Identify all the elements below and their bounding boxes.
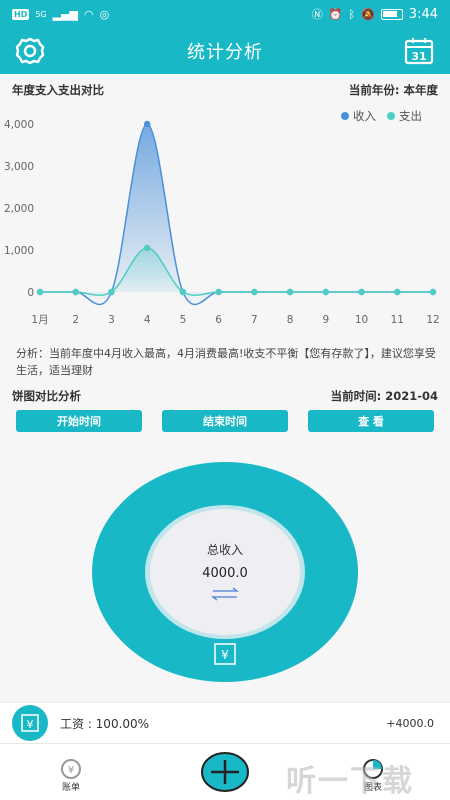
view-button[interactable]: 查 看 [308, 410, 434, 432]
series-point-1 [358, 288, 365, 296]
y-tick-label: 4,000 [4, 119, 34, 131]
end-time-button[interactable]: 结束时间 [162, 410, 288, 432]
ledger-icon: ¥ [61, 759, 81, 779]
income-item-label: 工资 : 100.00% [60, 716, 150, 731]
sync-icon: ◎ [99, 7, 110, 21]
legend-label-1: 支出 [399, 109, 422, 123]
salary-yen-icon: ¥ [12, 705, 48, 741]
svg-text:¥: ¥ [27, 718, 34, 731]
x-tick-label: 1月 [31, 314, 48, 326]
y-tick-label: 2,000 [4, 203, 34, 215]
donut-center-label: 总收入 [207, 543, 243, 557]
nav-ledger[interactable]: ¥ 账单 [58, 758, 84, 793]
y-tick-label: 3,000 [4, 161, 34, 173]
x-tick-label: 6 [215, 314, 222, 326]
status-bar: HD 5G ▂▄▆ ◠ ◎ Ⓝ ⏰ ᛒ 🔕 3:44 [0, 0, 450, 28]
series-line-1 [39, 247, 433, 296]
calendar-icon[interactable]: 31 [404, 37, 434, 65]
series-point-1 [429, 288, 437, 296]
signal-icon: ▂▄▆ [52, 7, 79, 21]
network-type: 5G [35, 9, 47, 19]
wifi-icon: ◠ [84, 7, 94, 21]
settings-gear-icon[interactable] [14, 36, 46, 66]
annual-line-chart: 0 1,000 2,000 3,000 4,000 1月 2 3 4 5 6 7 8 9 10 11 12 收入 支… [0, 100, 450, 335]
x-tick-label: 9 [322, 314, 329, 326]
svg-text:¥: ¥ [68, 765, 74, 776]
hd-badge: HD [12, 8, 30, 20]
annual-title: 年度支入支出对比 [12, 83, 104, 97]
annual-header: 年度支入支出对比 当前年份: 本年度 [12, 82, 438, 98]
series-point-1 [251, 288, 258, 296]
donut-center-value: 4000.0 [202, 566, 248, 581]
series-point-1 [215, 288, 222, 296]
analysis-text: 分析：当前年度中4月收入最高，4月消费最高!收支不平衡【您有存款了】，建议您享受… [16, 347, 436, 377]
series-point-1 [286, 288, 294, 296]
series-point-1 [143, 244, 151, 252]
series-point-1 [108, 288, 115, 296]
series-point-0 [143, 120, 151, 128]
date-button-row: 开始时间 结束时间 查 看 [16, 410, 434, 432]
status-left: HD 5G ▂▄▆ ◠ ◎ [12, 8, 109, 21]
svg-text:¥: ¥ [221, 648, 229, 662]
calendar-day: 31 [411, 50, 426, 63]
donut-chart: 总收入 4000.0 ¥ [92, 462, 358, 682]
nfc-icon: Ⓝ [311, 8, 323, 21]
series-area-1 [40, 247, 433, 296]
page-title: 统计分析 [187, 42, 263, 63]
x-tick-label: 2 [72, 314, 79, 326]
bluetooth-icon: ᛒ [348, 7, 356, 21]
x-tick-label: 7 [251, 314, 258, 326]
x-tick-label: 3 [108, 314, 115, 326]
pie-title: 饼图对比分析 [12, 389, 81, 403]
legend-marker-0 [341, 112, 349, 120]
x-tick-label: 4 [144, 314, 151, 326]
legend-label-0: 收入 [353, 109, 376, 123]
income-item-amount: +4000.0 [386, 716, 434, 730]
battery-icon [380, 8, 403, 20]
x-tick-label: 12 [426, 314, 439, 326]
watermark-text: 听一下载 [286, 764, 414, 799]
donut-svg: 总收入 4000.0 ¥ [92, 462, 358, 682]
y-tick-label: 0 [27, 287, 34, 299]
line-chart-svg: 0 1,000 2,000 3,000 4,000 1月 2 3 4 5 6 7 8 9 10 11 12 收入 支… [4, 109, 440, 326]
series-point-1 [179, 288, 187, 296]
series-area-0 [40, 124, 433, 305]
mute-icon: 🔕 [361, 7, 375, 21]
alarm-icon: ⏰ [328, 7, 343, 21]
series-point-1 [394, 288, 401, 296]
nav-ledger-label: 账单 [61, 783, 80, 793]
pie-header: 饼图对比分析 当前时间: 2021-04 [12, 388, 438, 404]
current-time-label: 当前时间: 2021-04 [330, 389, 438, 403]
series-line-0 [39, 123, 433, 306]
start-time-button[interactable]: 开始时间 [16, 410, 142, 432]
series-point-1 [36, 288, 44, 296]
add-record-button[interactable] [201, 752, 249, 792]
income-list-item[interactable]: ¥ 工资 : 100.00% +4000.0 [0, 702, 450, 744]
x-tick-label: 8 [287, 314, 294, 326]
x-tick-label: 10 [355, 314, 368, 326]
app-bar: 统计分析 31 [0, 28, 450, 74]
series-point-1 [322, 288, 330, 296]
series-point-1 [72, 288, 79, 296]
x-tick-label: 5 [180, 314, 187, 326]
x-tick-label: 11 [391, 314, 404, 326]
year-label: 当前年份: 本年度 [348, 83, 438, 97]
status-time: 3:44 [408, 6, 438, 22]
y-tick-label: 1,000 [4, 245, 34, 257]
legend-marker-1 [387, 112, 395, 120]
status-right: Ⓝ ⏰ ᛒ 🔕 3:44 [312, 6, 438, 22]
